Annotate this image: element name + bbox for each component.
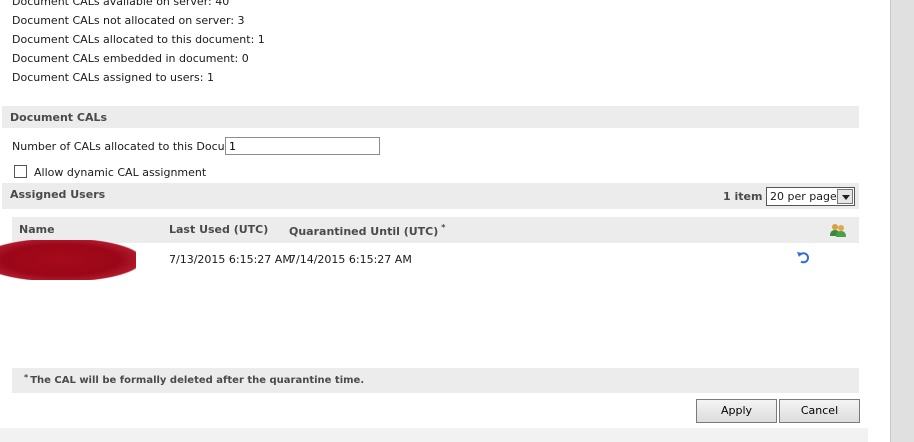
users-table-header: Name Last Used (UTC) Quarantined Until (… bbox=[12, 217, 859, 243]
stat-cals-not-allocated: Document CALs not allocated on server: 3 bbox=[12, 14, 245, 27]
cancel-button[interactable]: Cancel bbox=[779, 399, 860, 423]
panel-bottom-strip bbox=[0, 428, 868, 442]
dynamic-cal-checkbox[interactable] bbox=[14, 165, 27, 178]
column-header-quarantined[interactable]: Quarantined Until (UTC) * bbox=[289, 223, 446, 238]
restore-icon[interactable] bbox=[796, 250, 810, 264]
cal-settings-panel: Document CALs available on server: 40 Do… bbox=[0, 0, 868, 442]
stat-cals-assigned: Document CALs assigned to users: 1 bbox=[12, 71, 214, 84]
section-title-assigned-users: Assigned Users bbox=[10, 188, 106, 201]
right-gutter bbox=[868, 0, 890, 442]
column-header-name[interactable]: Name bbox=[19, 223, 55, 236]
stat-cals-embedded: Document CALs embedded in document: 0 bbox=[12, 52, 249, 65]
column-header-quarantined-label: Quarantined Until (UTC) bbox=[289, 225, 439, 238]
footnote-mark: * bbox=[24, 373, 29, 382]
quarantine-footnote: * The CAL will be formally deleted after … bbox=[24, 373, 365, 386]
row-quarantined-until: 7/14/2015 6:15:27 AM bbox=[289, 253, 412, 266]
dynamic-cal-label: Allow dynamic CAL assignment bbox=[34, 166, 207, 179]
stat-cals-allocated: Document CALs allocated to this document… bbox=[12, 33, 265, 46]
section-title-document-cals: Document CALs bbox=[10, 111, 108, 124]
users-icon[interactable] bbox=[829, 223, 847, 237]
chevron-down-icon[interactable] bbox=[837, 189, 853, 204]
cals-allocated-input[interactable] bbox=[225, 137, 380, 155]
redacted-user-name bbox=[0, 240, 136, 280]
document-cals-section-header: Document CALs bbox=[2, 106, 859, 128]
scrollbar[interactable] bbox=[890, 0, 914, 442]
stat-cals-available: Document CALs available on server: 40 bbox=[12, 0, 230, 8]
row-last-used: 7/13/2015 6:15:27 AM bbox=[169, 253, 292, 266]
per-page-value: 20 per page bbox=[770, 190, 837, 203]
quarantine-footnote-mark: * bbox=[441, 223, 446, 232]
apply-button[interactable]: Apply bbox=[696, 399, 777, 423]
item-count: 1 item bbox=[723, 190, 763, 203]
footnote-band: * The CAL will be formally deleted after … bbox=[12, 368, 859, 393]
cals-allocated-label: Number of CALs allocated to this Documen… bbox=[12, 140, 258, 153]
footnote-text: The CAL will be formally deleted after t… bbox=[30, 375, 365, 386]
per-page-select[interactable]: 20 per page bbox=[766, 187, 855, 206]
column-header-last-used[interactable]: Last Used (UTC) bbox=[169, 223, 268, 236]
